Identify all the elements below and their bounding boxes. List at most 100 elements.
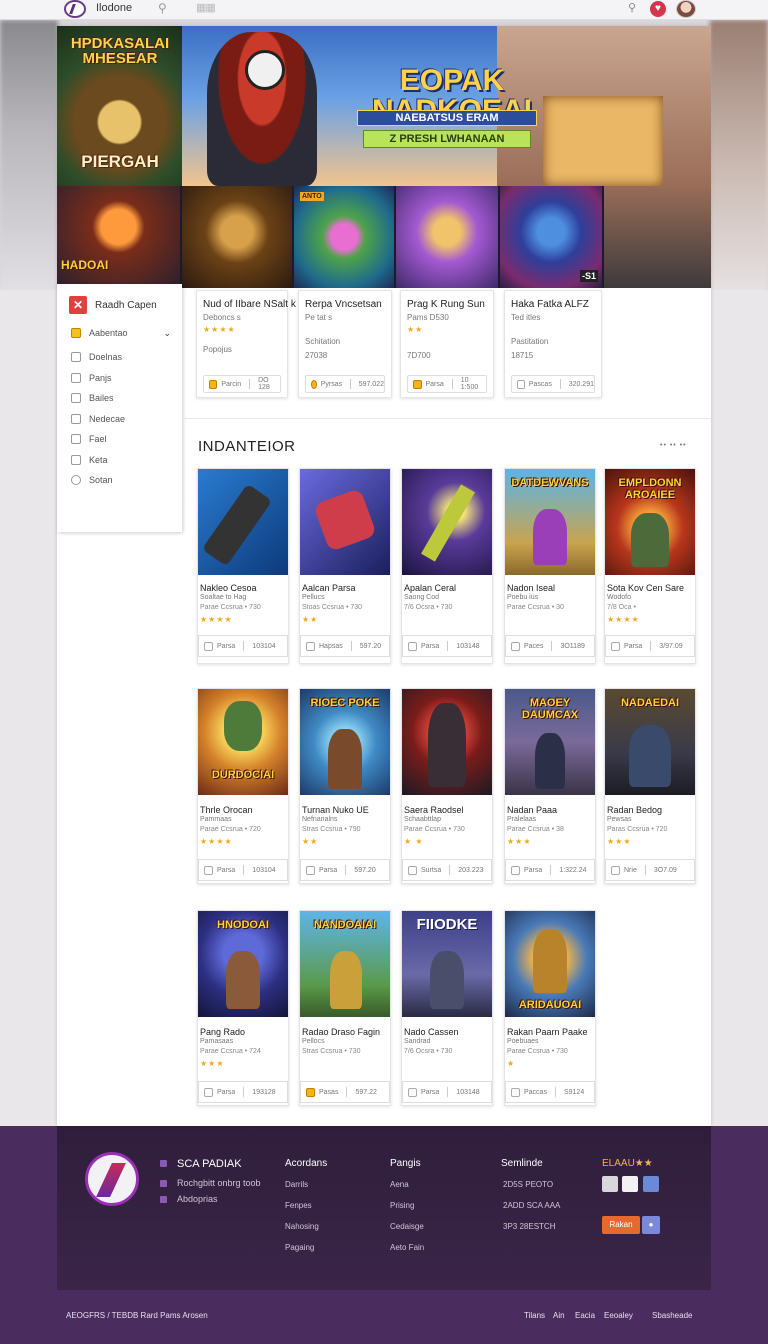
game-tile-name: Thrle Orocan bbox=[200, 805, 253, 815]
search-icon[interactable]: ⚲ bbox=[158, 1, 167, 15]
game-tile-footer[interactable]: Paccas S9124 bbox=[505, 1081, 595, 1103]
game-tile[interactable]: Aalcan Parsa Pellucs Stoas Ccsrua • 730 … bbox=[299, 468, 391, 664]
footer-logo-icon[interactable] bbox=[85, 1152, 139, 1206]
cart-icon bbox=[408, 1087, 417, 1097]
game-tile[interactable]: DURDOCIAI Thrle Orocan Pammaas Parae Ccs… bbox=[197, 688, 289, 884]
footer-link[interactable]: 2D5S PEOTO bbox=[503, 1180, 553, 1189]
footer-bottom-link[interactable]: Sbasheade bbox=[652, 1311, 692, 1320]
featured-card[interactable]: Rerpa Vncsetsan Pe tat s Schitation 2703… bbox=[298, 290, 392, 398]
footer-link[interactable]: Aeto Fain bbox=[390, 1243, 424, 1252]
foot-price: 3O1189 bbox=[560, 642, 585, 650]
chevron-down-icon[interactable]: ⌄ bbox=[163, 328, 171, 339]
game-tile[interactable]: Nakleo Cesoa Soaltae to Hag Parae Ccsrua… bbox=[197, 468, 289, 664]
heart-icon[interactable]: ♥ bbox=[650, 1, 666, 17]
section-more-link[interactable]: •• •• •• bbox=[660, 442, 687, 449]
game-tile[interactable]: NANDOAIAI Radao Draso Fagin Pellocs Stra… bbox=[299, 910, 391, 1106]
game-tile-footer[interactable]: Parsa 597.20 bbox=[300, 859, 390, 881]
sidebar-item-keta[interactable]: Keta bbox=[71, 455, 171, 465]
game-tile-footer[interactable]: Parsa 1:322.24 bbox=[505, 859, 595, 881]
footer-link[interactable]: Pagaing bbox=[285, 1243, 314, 1252]
hero-thumb[interactable] bbox=[182, 186, 294, 288]
game-tile-footer[interactable]: Hapsas 597.20 bbox=[300, 635, 390, 657]
footer-link[interactable]: Prising bbox=[390, 1201, 414, 1210]
featured-card[interactable]: Nud of IIbare NSalt k Deboncs s ★★★★ Pop… bbox=[196, 290, 296, 398]
footer-link[interactable]: Fenpes bbox=[285, 1201, 312, 1210]
game-tile-footer[interactable]: Paces 3O1189 bbox=[505, 635, 595, 657]
hero-thumb[interactable]: -S1 bbox=[500, 186, 604, 288]
foot-label: Parsa bbox=[217, 642, 236, 650]
footer-col-title: Pangis bbox=[390, 1158, 421, 1169]
game-tile[interactable]: EMPLDONN AROAIEE Sota Kov Cen Sare Wodof… bbox=[604, 468, 696, 664]
brand-logo-icon[interactable] bbox=[64, 0, 86, 18]
hero-thumb[interactable]: HADOAI bbox=[57, 186, 182, 288]
game-tile-footer[interactable]: Surtsa 203.223 bbox=[402, 859, 492, 881]
featured-card[interactable]: Haka Fatka ALFZ Ted itles Pastitation 18… bbox=[504, 290, 602, 398]
game-tile-footer[interactable]: Nrie 3O7.09 bbox=[605, 859, 695, 881]
top-bar: Ilodone ⚲ ▦▦ ⚲ ♥ bbox=[0, 0, 768, 20]
sidebar-item-label: Aabentao bbox=[89, 328, 128, 338]
sidebar-header[interactable]: ✕ Raadh Capen bbox=[69, 296, 157, 314]
game-tile-footer[interactable]: Parsa 103104 bbox=[198, 635, 288, 657]
footer-link[interactable]: Cedaisge bbox=[390, 1222, 424, 1231]
footer-bottom-link[interactable]: Eeoaley bbox=[604, 1311, 633, 1320]
hero-cta-button[interactable]: Z PRESH LWHANAAN bbox=[363, 130, 531, 148]
game-tile-meta: 7/8 Oca • bbox=[607, 604, 636, 611]
foot-separator bbox=[345, 865, 347, 875]
sidebar-item-sotan[interactable]: Sotan bbox=[71, 475, 171, 485]
game-tile[interactable]: ARIDAUOAI Rakan Paarn Paake Poebuaes Par… bbox=[504, 910, 596, 1106]
footer-bottom-link[interactable]: Tilans bbox=[524, 1311, 545, 1320]
footer-link[interactable]: 2ADD SCA AAA bbox=[503, 1201, 560, 1210]
game-tile[interactable]: Apalan Ceral Saong Cod 7/6 Ocsra • 730 P… bbox=[401, 468, 493, 664]
game-tile-footer[interactable]: Parsa 103148 bbox=[402, 635, 492, 657]
sidebar-item-panjs[interactable]: Panjs bbox=[71, 373, 171, 383]
sidebar-item-label: Bailes bbox=[89, 393, 114, 403]
featured-card-footer[interactable]: Pyrsas 597.022 bbox=[305, 375, 385, 393]
game-tile-footer[interactable]: Parsa 103104 bbox=[198, 859, 288, 881]
game-tile[interactable]: DATDEWVANS Nadon Iseal Poebu ius Parae C… bbox=[504, 468, 596, 664]
sidebar-item-doelnas[interactable]: Doelnas bbox=[71, 352, 171, 362]
sidebar-item-nedecae[interactable]: Nedecae bbox=[71, 414, 171, 424]
footer-link[interactable]: Nahosing bbox=[285, 1222, 319, 1231]
game-tile-footer[interactable]: Pasas 597.22 bbox=[300, 1081, 390, 1103]
bell-icon[interactable]: ⚲ bbox=[628, 1, 636, 14]
footer-link[interactable]: Aena bbox=[390, 1180, 409, 1189]
game-tile[interactable]: FIIODKE Nado Cassen Sandrad 7/6 Ocsra • … bbox=[401, 910, 493, 1106]
game-tile[interactable]: NADAEDAI Radan Bedog Pewsas Paras Ccsrua… bbox=[604, 688, 696, 884]
featured-card-footer[interactable]: Pascas 320.291 bbox=[511, 375, 595, 393]
hero-thumb[interactable] bbox=[396, 186, 500, 288]
social-icon[interactable] bbox=[643, 1176, 659, 1192]
sidebar-item-bailes[interactable]: Bailes bbox=[71, 393, 171, 403]
footer-link[interactable]: Darrils bbox=[285, 1180, 308, 1189]
game-tile-footer[interactable]: Parsa 193128 bbox=[198, 1081, 288, 1103]
featured-card-footer[interactable]: Parcin DO 128 bbox=[203, 375, 281, 393]
game-tile-footer[interactable]: Parsa 3/97.09 bbox=[605, 635, 695, 657]
sidebar-item-fael[interactable]: Fael bbox=[71, 434, 171, 444]
brand-name[interactable]: Ilodone bbox=[96, 2, 132, 14]
avatar[interactable] bbox=[676, 0, 696, 18]
hero-banner[interactable]: HPDKASALAI MHESEAR PIERGAH EOPAK NADKOEA… bbox=[57, 26, 711, 288]
footer-button[interactable]: Rakan bbox=[602, 1216, 640, 1234]
footer-bottom-link[interactable]: Ain bbox=[553, 1311, 565, 1320]
controller-art bbox=[201, 483, 273, 567]
sidebar-item-label: Sotan bbox=[89, 475, 113, 485]
share-icon bbox=[408, 641, 417, 651]
close-icon[interactable]: ✕ bbox=[69, 296, 87, 314]
featured-card-footer[interactable]: Parsa 10 1:500 bbox=[407, 375, 487, 393]
cart-icon bbox=[204, 1087, 213, 1097]
game-tile[interactable]: MAOEY DAUMCAX Nadan Paaa Pralelaas Parae… bbox=[504, 688, 596, 884]
hero-thumb[interactable]: ANTO bbox=[294, 186, 396, 288]
sidebar-item-label: Fael bbox=[89, 434, 107, 444]
game-tile[interactable]: Saera Raodsel Schaabttlap Parae Ccsrua •… bbox=[401, 688, 493, 884]
featured-card[interactable]: Prag K Rung Sun Pams D530 ★★ 7D700 Parsa… bbox=[400, 290, 494, 398]
sidebar-item-aabentao[interactable]: Aabentao ⌄ bbox=[71, 328, 171, 338]
game-tile[interactable]: HNODOAI Pang Rado Pamasaas Parae Ccsrua … bbox=[197, 910, 289, 1106]
foot-separator bbox=[554, 1087, 556, 1097]
grid-icon[interactable]: ▦▦ bbox=[196, 1, 216, 14]
social-icon[interactable] bbox=[622, 1176, 638, 1192]
play-icon[interactable]: ● bbox=[642, 1216, 660, 1234]
social-icon[interactable] bbox=[602, 1176, 618, 1192]
game-tile-footer[interactable]: Parsa 103148 bbox=[402, 1081, 492, 1103]
game-tile[interactable]: RIOEC POKE Turnan Nuko UE Nefnanalns Str… bbox=[299, 688, 391, 884]
footer-bottom-link[interactable]: Eacia bbox=[575, 1311, 595, 1320]
footer-link[interactable]: 3P3 28ESTCH bbox=[503, 1222, 555, 1231]
